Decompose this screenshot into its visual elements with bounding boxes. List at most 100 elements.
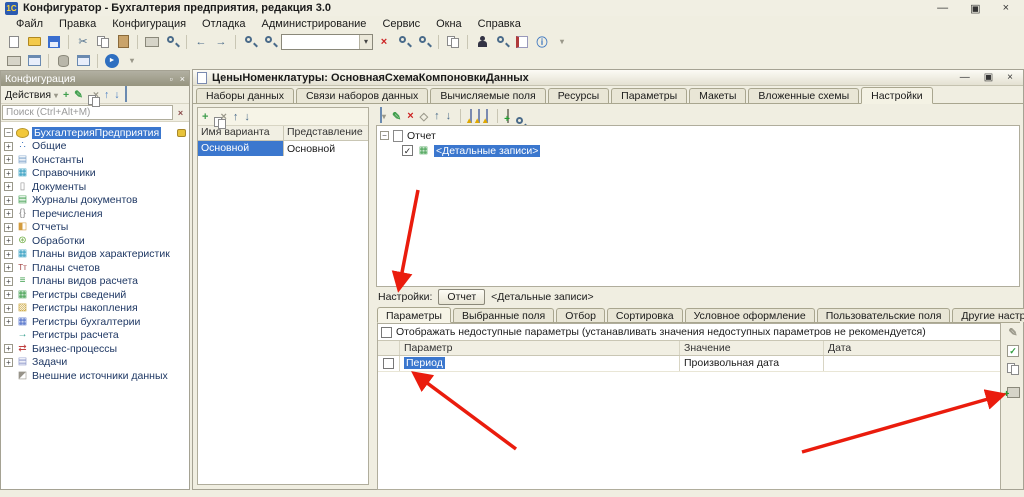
add-settings-item-button[interactable]: + <box>507 110 509 122</box>
expand-icon[interactable]: + <box>4 277 13 286</box>
sidebar-item-enums[interactable]: +{}Перечисления <box>1 207 189 221</box>
info-button[interactable]: ⓘ <box>533 33 551 50</box>
structure-delete-button[interactable]: × <box>407 110 413 122</box>
cut-button[interactable]: ✂ <box>74 33 92 50</box>
tab-other-settings[interactable]: Другие настройки <box>952 308 1024 322</box>
variant-row[interactable]: Основной Основной <box>198 141 368 156</box>
sidebar-item-accounting-registers[interactable]: +▦Регистры бухгалтерии <box>1 315 189 329</box>
help-search-button[interactable] <box>493 33 511 50</box>
sidebar-item-reports[interactable]: +◧Отчеты <box>1 221 189 235</box>
expand-icon[interactable]: + <box>4 182 13 191</box>
menu-windows[interactable]: Окна <box>428 18 470 30</box>
sidebar-item-common[interactable]: +∴Общие <box>1 140 189 154</box>
sidebar-item-charts-of-accounts[interactable]: +ТтПланы счетов <box>1 261 189 275</box>
detail-records-checkbox[interactable]: ✓ <box>402 145 413 156</box>
expand-icon[interactable]: + <box>4 169 13 178</box>
tab-settings[interactable]: Настройки <box>861 87 933 104</box>
sidebar-item-tasks[interactable]: +▤Задачи <box>1 356 189 370</box>
structure-edit-button[interactable]: ✎ <box>392 110 401 123</box>
expand-icon[interactable]: + <box>4 290 13 299</box>
edit-parameter-button[interactable]: ✎ <box>1005 325 1021 340</box>
expand-icon[interactable]: + <box>4 223 13 232</box>
tab-data-set-links[interactable]: Связи наборов данных <box>296 88 428 103</box>
syntax-check-module-button[interactable] <box>415 33 433 50</box>
minimize-button[interactable]: — <box>937 2 948 15</box>
expand-icon[interactable]: + <box>4 263 13 272</box>
search-input[interactable] <box>2 105 173 120</box>
menu-edit[interactable]: Правка <box>51 18 104 30</box>
back-button[interactable]: ← <box>192 33 210 50</box>
pin-icon[interactable]: ▫ <box>170 74 173 84</box>
menu-configuration[interactable]: Конфигурация <box>104 18 194 30</box>
doc-close-button[interactable]: × <box>1007 72 1013 83</box>
sidebar-item-information-registers[interactable]: +▦Регистры сведений <box>1 288 189 302</box>
paste-button[interactable] <box>114 33 132 50</box>
parameter-row-period[interactable]: Период Произвольная дата <box>378 356 1000 372</box>
parameter-value-cell[interactable]: Произвольная дата <box>680 356 824 371</box>
sidebar-item-catalogs[interactable]: +▦Справочники <box>1 167 189 181</box>
structure-root-row[interactable]: − Отчет <box>380 128 1016 143</box>
move-down-button[interactable]: ↓ <box>114 89 119 101</box>
toolbar-options-dropdown[interactable]: ▾ <box>553 33 571 50</box>
column-parameter[interactable]: Параметр <box>400 341 680 355</box>
tab-filter[interactable]: Отбор <box>556 308 605 322</box>
database-button[interactable] <box>54 52 72 69</box>
variant-up-button[interactable]: ↑ <box>233 111 239 123</box>
column-value[interactable]: Значение <box>680 341 824 355</box>
help-agent-button[interactable] <box>473 33 491 50</box>
expand-icon[interactable]: + <box>4 304 13 313</box>
column-variant-presentation[interactable]: Представление <box>284 126 368 140</box>
sidebar-item-charts-of-characteristic-types[interactable]: +▦Планы видов характеристик <box>1 248 189 262</box>
sort-button[interactable] <box>125 89 127 101</box>
move-up-button[interactable]: ↑ <box>104 89 109 101</box>
interface-editor-button[interactable] <box>25 52 43 69</box>
sidebar-item-charts-of-calculation-types[interactable]: +≡Планы видов расчета <box>1 275 189 289</box>
tab-user-fields[interactable]: Пользовательские поля <box>817 308 951 322</box>
tab-selected-fields[interactable]: Выбранные поля <box>453 308 554 322</box>
start-debugging-button[interactable]: ► <box>103 52 121 69</box>
new-document-button[interactable] <box>5 33 23 50</box>
sidebar-item-calculation-registers[interactable]: →Регистры расчета <box>1 329 189 343</box>
debug-options-dropdown[interactable]: ▾ <box>123 52 141 69</box>
column-variant-name[interactable]: Имя варианта <box>198 126 284 140</box>
tab-data-sets[interactable]: Наборы данных <box>196 88 294 103</box>
menu-administration[interactable]: Администрирование <box>254 18 375 30</box>
panel-button[interactable] <box>74 52 92 69</box>
tab-settings-parameters[interactable]: Параметры <box>377 307 451 323</box>
variant-presentation-cell[interactable]: Основной <box>284 143 368 155</box>
close-button[interactable]: × <box>1003 2 1009 15</box>
variant-down-button[interactable]: ↓ <box>244 111 250 123</box>
actions-menu-button[interactable]: Действия ▾ <box>5 89 58 101</box>
search-combobox[interactable]: ▾ <box>281 34 373 50</box>
expand-icon[interactable]: + <box>4 209 13 218</box>
sidebar-item-business-processes[interactable]: +⇄Бизнес-процессы <box>1 342 189 356</box>
sidebar-item-constants[interactable]: +▤Константы <box>1 153 189 167</box>
collapse-icon[interactable]: − <box>380 131 389 140</box>
tab-parameters[interactable]: Параметры <box>611 88 687 103</box>
forward-button[interactable]: → <box>212 33 230 50</box>
tab-nested-schemas[interactable]: Вложенные схемы <box>748 88 859 103</box>
add-button[interactable]: + <box>63 89 69 101</box>
tab-resources[interactable]: Ресурсы <box>548 88 609 103</box>
column-date[interactable]: Дата <box>824 342 1000 354</box>
tab-calculated-fields[interactable]: Вычисляемые поля <box>430 88 545 103</box>
combobox-dropdown-icon[interactable]: ▾ <box>359 35 372 49</box>
menu-file[interactable]: Файл <box>8 18 51 30</box>
sidebar-item-documents[interactable]: +▯Документы <box>1 180 189 194</box>
menu-help[interactable]: Справка <box>470 18 529 30</box>
syntax-check-button[interactable] <box>395 33 413 50</box>
sidebar-item-accumulation-registers[interactable]: +▨Регистры накопления <box>1 302 189 316</box>
find-in-doc-button[interactable] <box>241 33 259 50</box>
structure-down-button[interactable]: ↓ <box>446 110 452 122</box>
copy-parameters-button[interactable] <box>1005 361 1021 376</box>
expand-icon[interactable]: + <box>4 196 13 205</box>
restore-button[interactable]: ▣ <box>970 2 980 15</box>
windows-list-button[interactable] <box>444 33 462 50</box>
tab-templates[interactable]: Макеты <box>689 88 746 103</box>
search-clear-icon[interactable]: × <box>173 105 188 120</box>
move-into-group-button[interactable]: ▲ <box>478 110 480 122</box>
add-parameter-settings-button[interactable]: + <box>1005 385 1021 400</box>
doc-restore-button[interactable]: ▣ <box>984 72 993 83</box>
move-out-of-group-button[interactable]: ▲ <box>486 110 488 122</box>
structure-up-button[interactable]: ↑ <box>434 110 440 122</box>
